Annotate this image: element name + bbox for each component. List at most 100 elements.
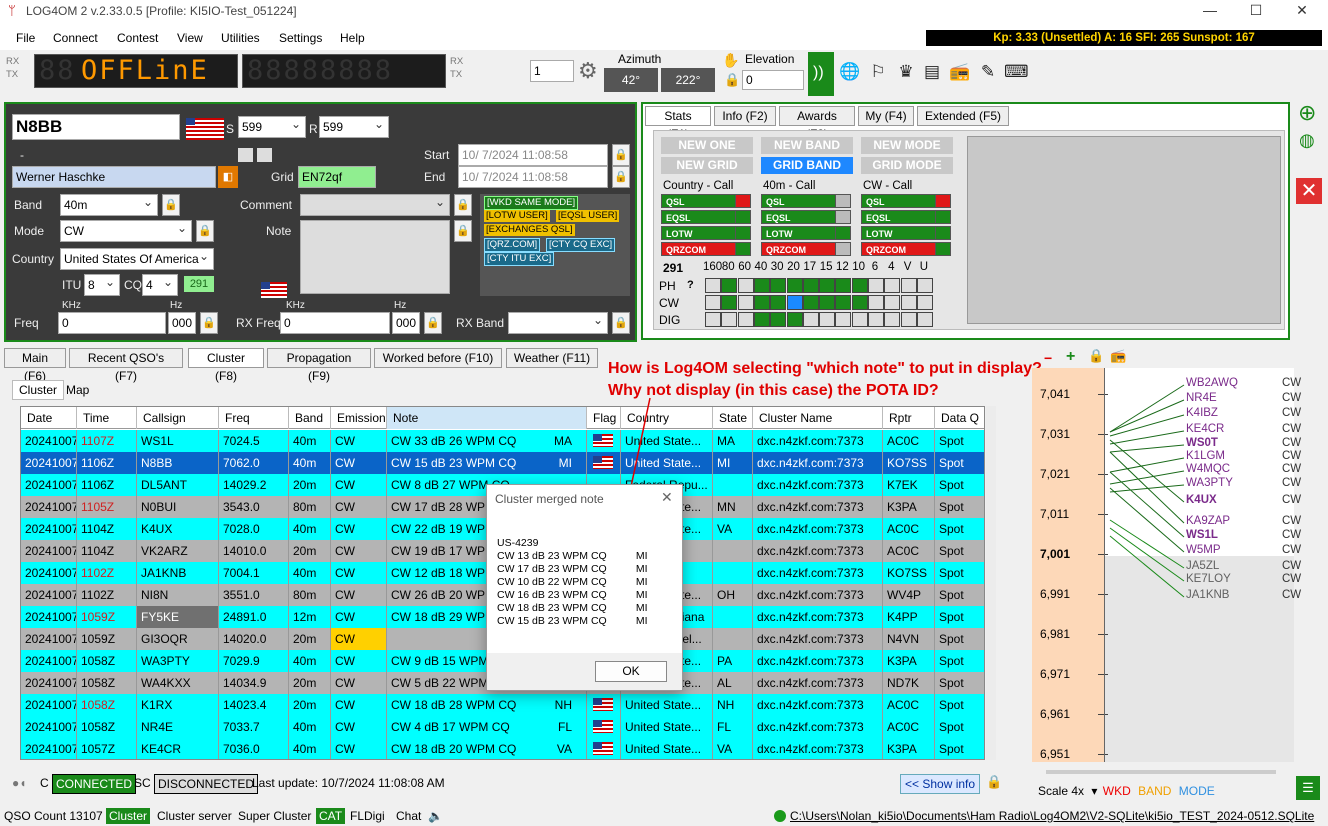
- band-map-slider[interactable]: [1046, 770, 1276, 774]
- tab-my[interactable]: My (F4): [858, 106, 914, 126]
- tab-cluster[interactable]: Cluster (F8): [188, 348, 264, 383]
- qrz-lookup-icon[interactable]: ◧: [218, 166, 238, 188]
- close-icon[interactable]: ✕: [1282, 2, 1322, 19]
- tab-extended[interactable]: Extended (F5): [917, 106, 1009, 126]
- rx-band-lock-icon[interactable]: 🔒: [612, 312, 630, 334]
- band-map-spot[interactable]: NR4E: [1186, 392, 1217, 404]
- band-map-spot[interactable]: KE4CR: [1186, 423, 1224, 435]
- gear-icon[interactable]: ⚙: [578, 58, 598, 84]
- column-header[interactable]: Cluster Name: [753, 407, 883, 429]
- mode-lock-icon[interactable]: 🔒: [196, 220, 214, 242]
- tab-worked-before[interactable]: Worked before (F10): [374, 348, 502, 368]
- column-header[interactable]: Date: [21, 407, 77, 429]
- toggle-b[interactable]: [257, 148, 272, 162]
- band-select[interactable]: 40m: [60, 194, 158, 216]
- keyboard-icon[interactable]: ⌨: [1004, 60, 1029, 84]
- comment-input[interactable]: [300, 194, 450, 216]
- crown-icon[interactable]: ♛: [894, 60, 918, 84]
- tab-weather[interactable]: Weather (F11): [506, 348, 598, 368]
- lock-icon[interactable]: 🔒: [724, 72, 740, 88]
- menu-file[interactable]: File: [16, 31, 35, 45]
- subtab-cluster[interactable]: Cluster: [12, 380, 64, 400]
- table-row[interactable]: 20241007 1107Z WS1L 7024.5 40m CW CW 33 dB 26 …: [21, 430, 984, 452]
- band-map-spot[interactable]: JA5ZL: [1186, 560, 1219, 572]
- status-super-cluster[interactable]: Super Cluster: [238, 808, 311, 824]
- table-row[interactable]: 20241007 1058Z NR4E 7033.7 40m CW CW 4 dB 17 W…: [21, 716, 984, 738]
- column-header[interactable]: Data Q: [935, 407, 984, 429]
- freq-hz-input[interactable]: 000: [168, 312, 196, 334]
- status-fldigi[interactable]: FLDigi: [350, 808, 385, 824]
- rst-rcvd-select[interactable]: 599: [319, 116, 389, 138]
- tab-info[interactable]: Info (F2): [714, 106, 776, 126]
- tab-propagation[interactable]: Propagation (F9): [267, 348, 371, 383]
- band-map-spot[interactable]: WB2AWQ: [1186, 377, 1238, 389]
- tab-recent-qsos[interactable]: Recent QSO's (F7): [69, 348, 183, 383]
- band-map[interactable]: 7,041 7,031 7,021 7,011 7,001 6,991 6,981 6,971…: [1032, 368, 1301, 762]
- rx-freq-hz-input[interactable]: 000: [392, 312, 420, 334]
- tab-awards[interactable]: Awards (F3): [779, 106, 855, 141]
- comment-lock-icon[interactable]: 🔒: [454, 194, 472, 216]
- note-textarea[interactable]: [300, 220, 450, 294]
- column-header[interactable]: Note: [387, 407, 587, 429]
- maximize-icon[interactable]: ☐: [1236, 2, 1276, 19]
- grid-scrollbar[interactable]: [986, 406, 996, 760]
- tab-stats[interactable]: Stats (F1): [645, 106, 711, 141]
- list-view-icon[interactable]: ☰: [1296, 776, 1320, 800]
- band-map-spot[interactable]: W4MQC: [1186, 463, 1230, 475]
- table-row[interactable]: 20241007 1106Z N8BB 7062.0 40m CW CW 15 dB 23 …: [21, 452, 984, 474]
- start-lock-icon[interactable]: 🔒: [612, 144, 630, 166]
- callsign-input[interactable]: N8BB: [12, 114, 180, 140]
- satellite-icon[interactable]: ⚐: [866, 60, 890, 84]
- show-info-button[interactable]: << Show info: [900, 774, 981, 794]
- ok-button[interactable]: OK: [595, 661, 667, 682]
- band-map-spot[interactable]: KA9ZAP: [1186, 515, 1230, 527]
- start-time-input[interactable]: 10/ 7/2024 11:08:58: [458, 144, 608, 166]
- table-row[interactable]: 20241007 1058Z K1RX 14023.4 20m CW CW 18 dB 28…: [21, 694, 984, 716]
- freq-khz-input[interactable]: 0: [58, 312, 166, 334]
- elevation-input[interactable]: 0: [742, 70, 804, 90]
- zoom-out-icon[interactable]: −: [1044, 350, 1052, 366]
- band-map-spot[interactable]: KE7LOY: [1186, 573, 1231, 585]
- end-lock-icon[interactable]: 🔒: [612, 166, 630, 188]
- speaker-icon[interactable]: 🔈: [428, 808, 443, 824]
- rx-freq-lock-icon[interactable]: 🔒: [424, 312, 442, 334]
- menu-connect[interactable]: Connect: [53, 31, 98, 45]
- name-input[interactable]: Werner Haschke: [12, 166, 216, 188]
- cq-select[interactable]: 4: [142, 274, 178, 296]
- menu-contest[interactable]: Contest: [117, 31, 158, 45]
- column-header[interactable]: State: [713, 407, 753, 429]
- band-map-radio-icon[interactable]: 📻: [1110, 348, 1126, 364]
- server-icon[interactable]: ▤: [920, 60, 944, 84]
- status-cluster-server[interactable]: Cluster server: [157, 808, 232, 824]
- radio-icon[interactable]: 📻: [948, 60, 972, 84]
- column-header[interactable]: Rptr: [883, 407, 935, 429]
- pen-icon[interactable]: ✎: [976, 60, 1000, 84]
- column-header[interactable]: Freq: [219, 407, 289, 429]
- step-spinner[interactable]: 1: [530, 60, 574, 82]
- menu-view[interactable]: View: [177, 31, 203, 45]
- end-time-input[interactable]: 10/ 7/2024 11:08:58: [458, 166, 608, 188]
- band-map-spot[interactable]: WS0T: [1186, 437, 1218, 449]
- band-map-spot[interactable]: K4IBZ: [1186, 407, 1218, 419]
- band-map-lock-icon[interactable]: 🔒: [1088, 348, 1104, 364]
- itu-select[interactable]: 8: [84, 274, 120, 296]
- chevron-down-icon[interactable]: ▾: [1091, 784, 1097, 798]
- map-globe-icon[interactable]: ◍: [1299, 130, 1315, 151]
- tab-main[interactable]: Main (F6): [4, 348, 66, 383]
- rst-sent-select[interactable]: 599: [238, 116, 306, 138]
- zoom-in-icon[interactable]: +: [1066, 348, 1075, 366]
- clear-icon[interactable]: ✕: [1296, 178, 1322, 204]
- band-map-spot[interactable]: K4UX: [1186, 494, 1217, 506]
- band-map-spot[interactable]: WA3PTY: [1186, 477, 1233, 489]
- country-select[interactable]: United States Of America: [60, 248, 214, 270]
- toggle-a[interactable]: [238, 148, 253, 162]
- stop-hand-icon[interactable]: ✋: [722, 52, 739, 69]
- note-lock-icon[interactable]: 🔒: [454, 220, 472, 242]
- band-map-spot[interactable]: JA1KNB: [1186, 589, 1229, 601]
- table-row[interactable]: 20241007 1057Z KE4CR 7036.0 40m CW CW 18 dB 20…: [21, 738, 984, 759]
- band-map-spot[interactable]: K1LGM: [1186, 450, 1225, 462]
- mode-select[interactable]: CW: [60, 220, 192, 242]
- status-cat[interactable]: CAT: [316, 808, 346, 824]
- column-header[interactable]: Time: [77, 407, 137, 429]
- status-cluster[interactable]: Cluster: [106, 808, 151, 824]
